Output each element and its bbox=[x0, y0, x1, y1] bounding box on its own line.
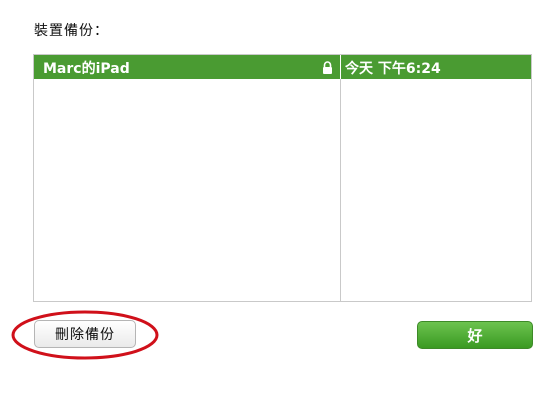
backup-row-selected[interactable]: Marc的iPad 今天 下午6:24 bbox=[34, 55, 531, 79]
backup-device-name: Marc的iPad bbox=[43, 61, 130, 77]
device-backups-panel: 裝置備份： Marc的iPad 今天 下午6:24 刪除備份 好 bbox=[0, 0, 559, 394]
delete-backup-button[interactable]: 刪除備份 bbox=[34, 320, 136, 348]
backup-list[interactable]: Marc的iPad 今天 下午6:24 bbox=[33, 54, 532, 302]
row-column-divider bbox=[340, 55, 341, 79]
backup-date: 今天 下午6:24 bbox=[345, 61, 441, 77]
section-label: 裝置備份： bbox=[34, 23, 109, 39]
ok-button[interactable]: 好 bbox=[417, 321, 533, 349]
column-divider bbox=[340, 55, 341, 301]
lock-icon bbox=[323, 61, 332, 74]
